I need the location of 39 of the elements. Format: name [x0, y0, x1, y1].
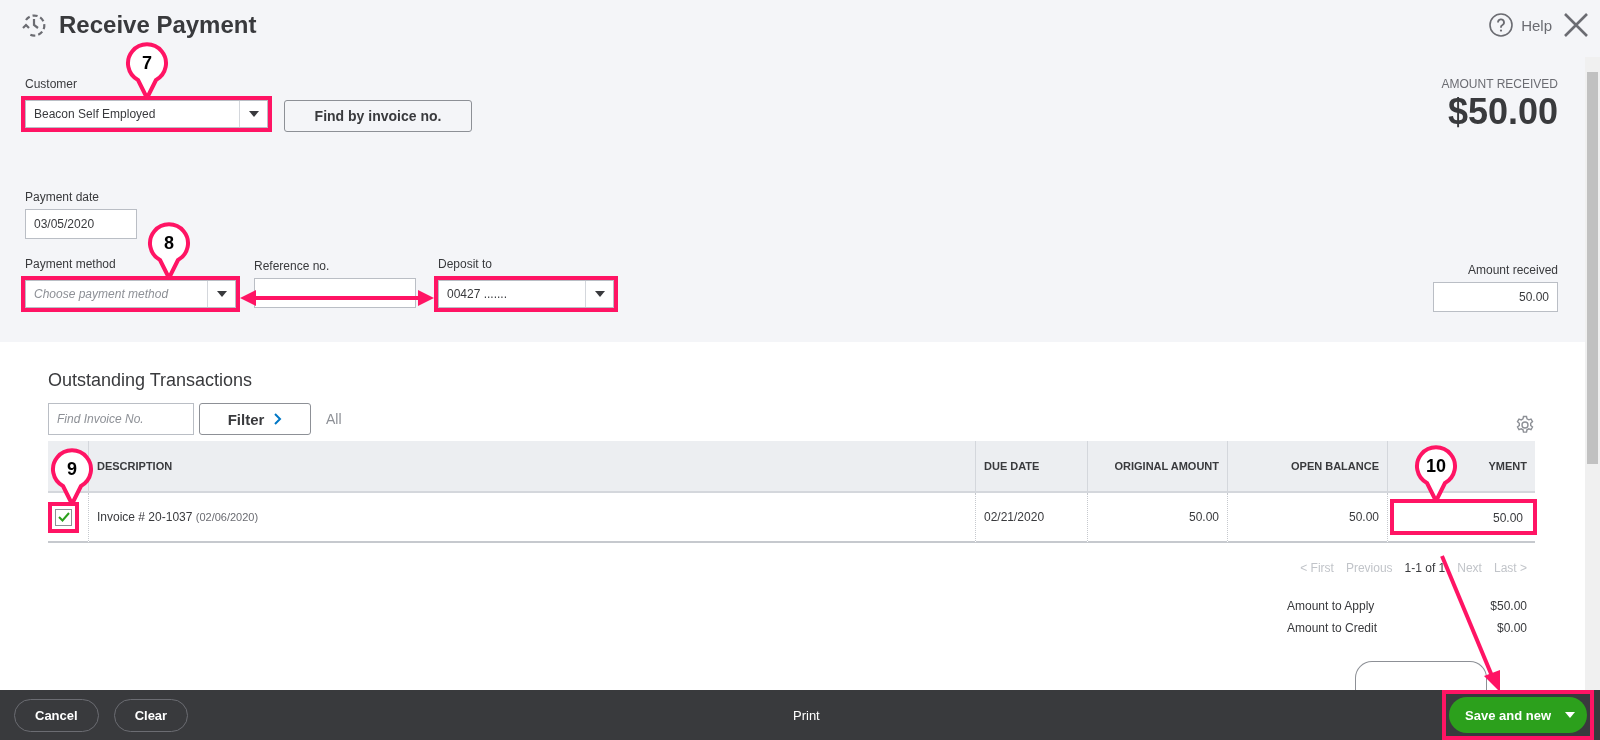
column-header: DESCRIPTION: [88, 441, 975, 493]
table-cell: 02/21/2020: [975, 493, 1087, 543]
chevron-icon[interactable]: [274, 413, 283, 425]
deposit-to-dropdown[interactable]: 00427 .......: [438, 280, 614, 308]
column-header: OPEN BALANCE: [1227, 441, 1387, 493]
amount-field[interactable]: 50.00: [1433, 282, 1558, 312]
field-label: Customer: [25, 77, 77, 91]
pill-button[interactable]: [1355, 661, 1487, 690]
field-label: Deposit to: [438, 257, 493, 271]
filter-value: All: [326, 411, 342, 427]
table-cell: 50.00: [1087, 493, 1227, 543]
print-link[interactable]: Print: [787, 706, 826, 724]
scrollbar[interactable]: [1585, 57, 1600, 690]
pagination-link[interactable]: 1-1 of 1: [1404, 561, 1446, 575]
total-label: Amount to Apply: [1286, 599, 1376, 613]
section-title: Outstanding Transactions: [48, 370, 253, 391]
amount-received-total: $50.00: [1447, 91, 1558, 133]
table-cell: 50.00: [1227, 493, 1387, 543]
page-title: Receive Payment: [59, 11, 257, 39]
field-label: Payment date: [25, 190, 100, 204]
total-label: Amount to Credit: [1286, 621, 1377, 635]
filter-button[interactable]: Filter: [199, 403, 311, 435]
column-header: DUE DATE: [975, 441, 1087, 493]
column-header: ORIGINAL AMOUNT: [1087, 441, 1227, 493]
clock-icon: [21, 12, 47, 38]
field-label: Amount received: [1467, 263, 1558, 277]
checkbox[interactable]: [55, 508, 72, 526]
total-value: $0.00: [1495, 621, 1527, 635]
field-label: Payment method: [25, 257, 116, 271]
help-icon[interactable]: [1489, 13, 1514, 37]
help-button[interactable]: Help: [1489, 13, 1552, 37]
table-cell: Invoice # 20-1037 (02/06/2020): [88, 493, 975, 543]
close-icon[interactable]: [1564, 13, 1588, 37]
amount-received-label: AMOUNT RECEIVED: [1441, 77, 1558, 91]
field-label: Reference no.: [254, 259, 330, 273]
date-field[interactable]: 03/05/2020: [25, 209, 137, 239]
settings-icon[interactable]: [1515, 415, 1535, 435]
find-by-invoice-button[interactable]: Find by invoice no.: [284, 100, 472, 132]
total-value: $50.00: [1489, 599, 1527, 613]
